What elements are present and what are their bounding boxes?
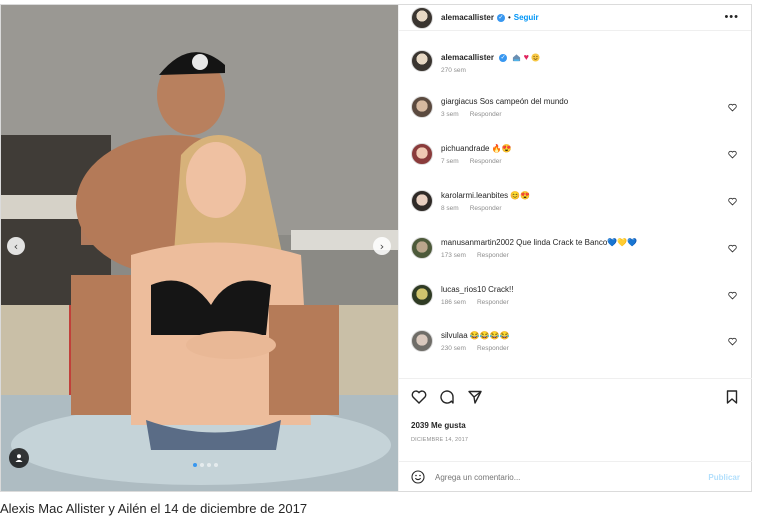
like-comment-icon[interactable] bbox=[728, 244, 737, 253]
comment-text: Sos campeón del mundo bbox=[479, 97, 569, 106]
caption-time: 270 sem bbox=[441, 67, 466, 75]
commenter-username[interactable]: pichuandrade bbox=[441, 144, 489, 153]
comment-item: giargiacus Sos campeón del mundo 3 sem Re… bbox=[411, 96, 741, 118]
publish-button[interactable]: Publicar bbox=[708, 473, 740, 482]
carousel-indicator bbox=[193, 463, 218, 467]
smiling-face-icon bbox=[531, 53, 540, 62]
carousel-dot bbox=[193, 463, 197, 467]
commenter-username[interactable]: giargiacus bbox=[441, 97, 477, 106]
red-heart-icon: ♥ bbox=[523, 52, 529, 62]
verified-badge-icon: ✓ bbox=[499, 53, 508, 62]
post-date: DICIEMBRE 14, 2017 bbox=[411, 437, 469, 443]
author-avatar[interactable] bbox=[411, 6, 433, 29]
comment-text: Que linda Crack te Banco💙💛💙 bbox=[516, 238, 638, 247]
caption-username[interactable]: alemacallister bbox=[441, 53, 494, 62]
comment-text: 😊😍 bbox=[510, 191, 531, 200]
like-comment-icon[interactable] bbox=[728, 291, 737, 300]
carousel-prev-button[interactable]: ‹ bbox=[7, 237, 25, 255]
like-comment-icon[interactable] bbox=[728, 197, 737, 206]
commenter-avatar[interactable] bbox=[411, 96, 433, 118]
likes-count[interactable]: 2039 Me gusta bbox=[411, 421, 466, 430]
commenter-avatar[interactable] bbox=[411, 190, 433, 212]
comment-time: 173 sem bbox=[441, 252, 466, 259]
carousel-dot bbox=[200, 463, 204, 467]
post-actions: 2039 Me gusta DICIEMBRE 14, 2017 Publica… bbox=[399, 378, 752, 491]
comment-input[interactable] bbox=[435, 472, 685, 482]
comment-time: 7 sem bbox=[441, 158, 459, 165]
commenter-avatar[interactable] bbox=[411, 143, 433, 165]
comment-text: 😂😂😂😂 bbox=[469, 331, 510, 340]
tagged-users-button[interactable] bbox=[9, 448, 29, 468]
reply-button[interactable]: Responder bbox=[470, 111, 502, 118]
carousel-next-button[interactable]: › bbox=[373, 237, 391, 255]
comment-item: lucas_rios10 Crack!! 186 sem Responder bbox=[411, 284, 741, 306]
verified-badge-icon: ✓ bbox=[496, 13, 505, 22]
comment-composer: Publicar bbox=[399, 461, 752, 492]
carousel-dot bbox=[207, 463, 211, 467]
comment-time: 3 sem bbox=[441, 111, 459, 118]
commenter-avatar[interactable] bbox=[411, 284, 433, 306]
author-username[interactable]: alemacallister bbox=[441, 13, 494, 22]
commenter-username[interactable]: karolarmi.leanbites bbox=[441, 191, 508, 200]
reply-button[interactable]: Responder bbox=[477, 345, 509, 352]
comment-text: Crack!! bbox=[488, 285, 514, 294]
reply-button[interactable]: Responder bbox=[477, 299, 509, 306]
commenter-username[interactable]: silvulaa bbox=[441, 331, 468, 340]
post-sidebar: alemacallister ✓ • Seguir ••• alemacalli… bbox=[398, 5, 752, 491]
caption-avatar[interactable] bbox=[411, 50, 433, 72]
separator-dot: • bbox=[507, 13, 511, 22]
comment-bubble-icon[interactable] bbox=[439, 389, 455, 405]
comment-text: 🔥😍 bbox=[491, 144, 512, 153]
reply-button[interactable]: Responder bbox=[470, 158, 502, 165]
comment-item: pichuandrade 🔥😍 7 sem Responder bbox=[411, 143, 741, 165]
comment-time: 230 sem bbox=[441, 345, 466, 352]
post-caption: alemacallister ✓ ♥ 270 sem bbox=[411, 50, 540, 74]
comment-time: 186 sem bbox=[441, 299, 466, 306]
instagram-post: ‹ › alemacallister ✓ • Seguir ••• alemac… bbox=[0, 4, 752, 492]
follow-button[interactable]: Seguir bbox=[514, 13, 539, 22]
more-options-button[interactable]: ••• bbox=[724, 11, 739, 23]
reply-button[interactable]: Responder bbox=[470, 205, 502, 212]
save-bookmark-icon[interactable] bbox=[724, 389, 740, 405]
commenter-username[interactable]: manusanmartin2002 bbox=[441, 238, 514, 247]
commenter-username[interactable]: lucas_rios10 bbox=[441, 285, 486, 294]
person-icon bbox=[15, 454, 23, 462]
figure-caption: Alexis Mac Allister y Ailén el 14 de dic… bbox=[0, 501, 308, 516]
like-comment-icon[interactable] bbox=[728, 337, 737, 346]
comment-time: 8 sem bbox=[441, 205, 459, 212]
carousel-dot bbox=[214, 463, 218, 467]
commenter-avatar[interactable] bbox=[411, 237, 433, 259]
post-header: alemacallister ✓ • Seguir ••• bbox=[399, 5, 751, 31]
commenter-avatar[interactable] bbox=[411, 330, 433, 352]
emoji-picker-icon[interactable] bbox=[411, 470, 425, 484]
comment-item: manusanmartin2002 Que linda Crack te Ban… bbox=[411, 237, 741, 259]
post-photo[interactable]: ‹ › bbox=[1, 5, 398, 491]
house-pool-icon bbox=[513, 54, 521, 62]
share-paper-plane-icon[interactable] bbox=[467, 389, 483, 405]
comment-item: karolarmi.leanbites 😊😍 8 sem Responder bbox=[411, 190, 741, 212]
like-comment-icon[interactable] bbox=[728, 150, 737, 159]
like-comment-icon[interactable] bbox=[728, 103, 737, 112]
pool-couple-photo bbox=[1, 5, 398, 491]
reply-button[interactable]: Responder bbox=[477, 252, 509, 259]
comment-item: silvulaa 😂😂😂😂 230 sem Responder bbox=[411, 330, 741, 352]
like-heart-icon[interactable] bbox=[411, 389, 427, 405]
